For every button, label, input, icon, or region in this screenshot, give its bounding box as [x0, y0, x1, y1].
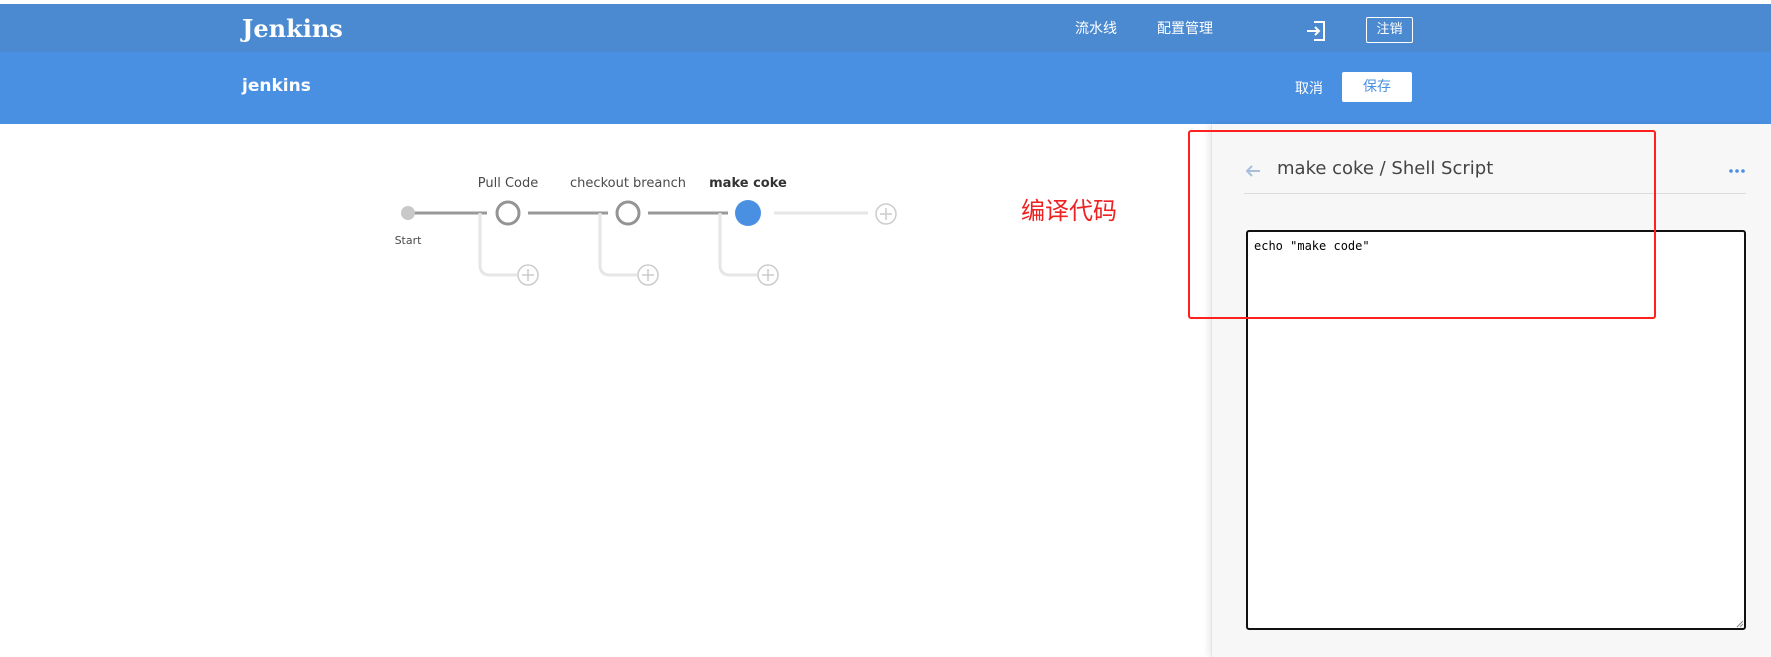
logout-button[interactable]: 注销 — [1366, 17, 1413, 43]
step-editor-header: make coke / Shell Script — [1244, 158, 1746, 194]
add-stage-icon[interactable] — [875, 203, 897, 225]
add-parallel-stage-icon[interactable] — [637, 264, 659, 286]
resize-grip-icon[interactable] — [1734, 618, 1744, 628]
add-parallel-stage-icon[interactable] — [517, 264, 539, 286]
step-editor-title: make coke / Shell Script — [1277, 158, 1494, 179]
nav-config-link[interactable]: 配置管理 — [1157, 18, 1213, 38]
annotation-text: 编译代码 — [1021, 197, 1117, 225]
pipeline-title: jenkins — [242, 76, 311, 96]
back-arrow-icon[interactable] — [1244, 162, 1262, 180]
cancel-button[interactable]: 取消 — [1295, 78, 1323, 98]
jenkins-logo[interactable]: Jenkins — [242, 14, 343, 43]
pipeline-header: jenkins 取消 保存 — [0, 52, 1771, 124]
stage-label-pull-code[interactable]: Pull Code — [478, 176, 539, 191]
top-navbar: Jenkins 流水线 配置管理 注销 — [0, 0, 1771, 52]
sign-in-icon[interactable] — [1305, 20, 1327, 42]
nav-pipelines-link[interactable]: 流水线 — [1075, 18, 1117, 38]
stage-label-make-coke[interactable]: make coke — [709, 176, 787, 191]
shell-script-input[interactable]: echo "make code" — [1246, 230, 1746, 630]
stage-node-pull-code[interactable] — [495, 200, 521, 226]
more-options-icon[interactable] — [1728, 162, 1746, 180]
stage-label-checkout-branch[interactable]: checkout breanch — [570, 176, 686, 191]
add-parallel-stage-icon[interactable] — [757, 264, 779, 286]
stage-node-make-coke[interactable] — [735, 200, 761, 226]
save-button[interactable]: 保存 — [1342, 72, 1412, 102]
pipeline-graph: Start Pull Code checkout breanch make co… — [380, 160, 920, 310]
stage-node-checkout-branch[interactable] — [615, 200, 641, 226]
start-node — [401, 206, 415, 220]
step-editor-panel: make coke / Shell Script echo "make code… — [1211, 124, 1771, 657]
start-label: Start — [394, 234, 422, 247]
